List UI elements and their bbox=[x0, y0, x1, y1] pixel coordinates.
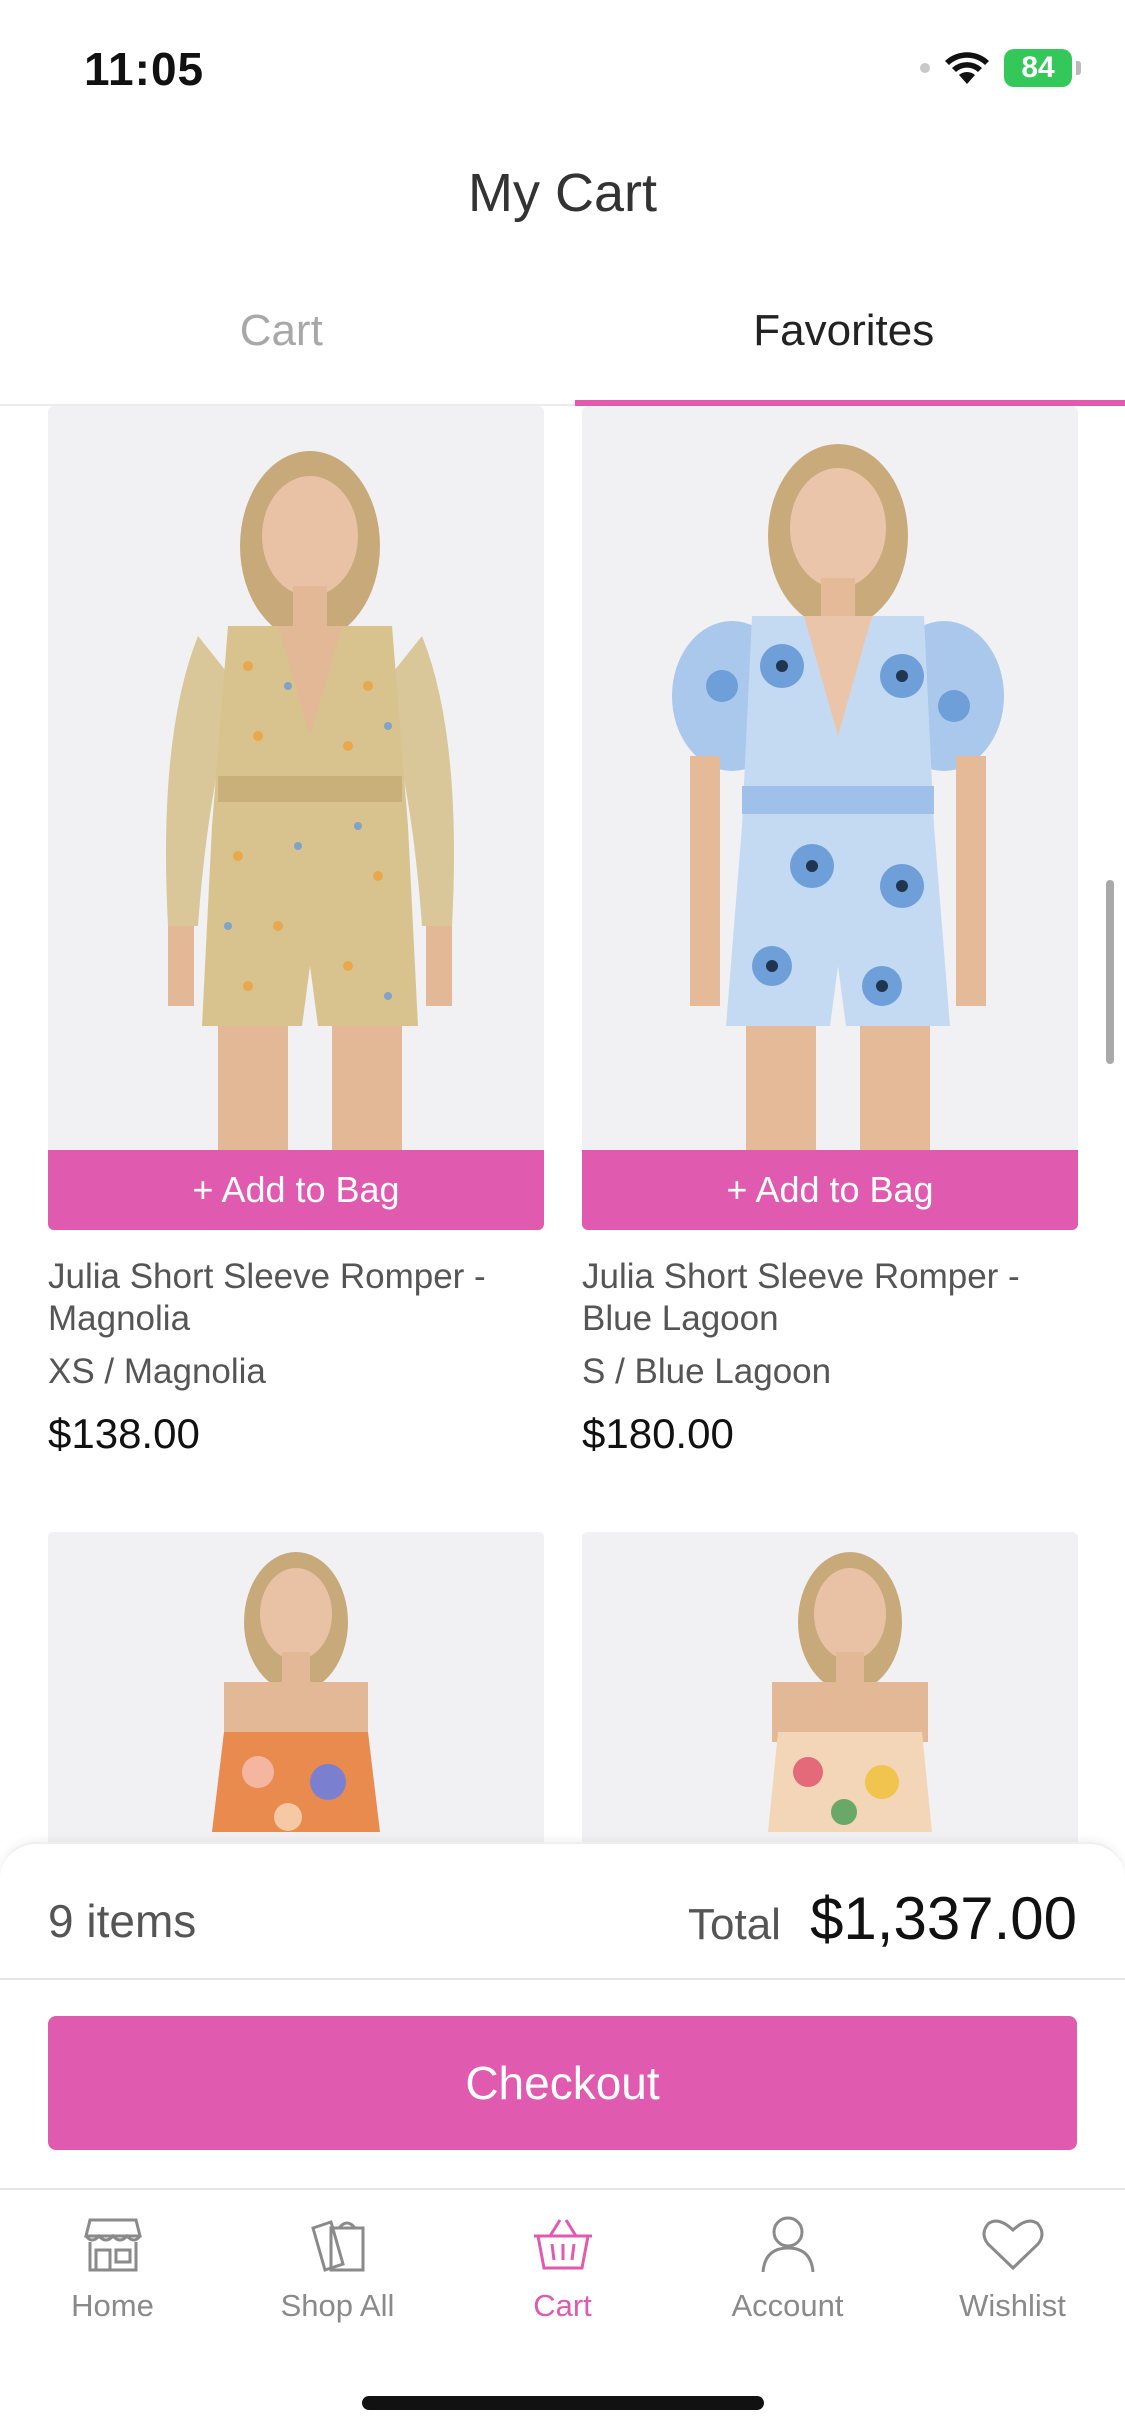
segmented-tabs: Cart Favorites bbox=[0, 292, 1125, 406]
product-price: $138.00 bbox=[48, 1410, 200, 1457]
basket-icon bbox=[533, 2219, 592, 2270]
storefront-icon bbox=[83, 2218, 142, 2272]
items-count: 9 items bbox=[48, 1895, 197, 1947]
product-photo[interactable] bbox=[48, 406, 544, 1150]
tab-cart[interactable]: Cart bbox=[0, 292, 563, 404]
product-card[interactable] bbox=[582, 1532, 1078, 1842]
product-variant: XS / Magnolia bbox=[48, 1352, 266, 1391]
model-floral-tie-top-image bbox=[582, 1532, 1078, 1842]
home-indicator bbox=[362, 2396, 764, 2410]
tabbar-label: Shop All bbox=[280, 2288, 395, 2323]
product-photo[interactable] bbox=[48, 1532, 544, 1842]
heart-icon bbox=[982, 2219, 1043, 2271]
cart-summary: 9 items Total $1,337.00 Checkout bbox=[0, 1842, 1125, 2188]
product-photo[interactable] bbox=[582, 1532, 1078, 1842]
product-card[interactable] bbox=[48, 1532, 544, 1842]
battery-cap bbox=[1076, 61, 1081, 75]
battery-icon: 84 bbox=[1004, 49, 1072, 87]
tabbar-label: Account bbox=[731, 2288, 844, 2323]
product-card[interactable]: + Add to Bag Julia Short Sleeve Romper -… bbox=[582, 406, 1078, 1458]
product-name[interactable]: Julia Short Sleeve Romper - Blue Lagoon bbox=[582, 1256, 1078, 1340]
battery-level: 84 bbox=[1021, 51, 1055, 84]
tabbar-item-shop-all[interactable]: Shop All bbox=[225, 2214, 450, 2324]
status-bar: 11:05 84 bbox=[0, 0, 1125, 130]
checkout-button[interactable]: Checkout bbox=[48, 2016, 1077, 2150]
total-value: $1,337.00 bbox=[810, 1885, 1077, 1952]
tab-favorites[interactable]: Favorites bbox=[563, 292, 1125, 406]
recording-dot-icon bbox=[920, 63, 930, 73]
add-to-bag-button[interactable]: + Add to Bag bbox=[48, 1150, 544, 1230]
scrollbar[interactable] bbox=[1106, 880, 1114, 1064]
status-time: 11:05 bbox=[84, 43, 205, 95]
tabbar-item-account[interactable]: Account bbox=[675, 2214, 900, 2324]
person-icon bbox=[761, 2216, 814, 2273]
add-to-bag-button[interactable]: + Add to Bag bbox=[582, 1150, 1078, 1230]
tabbar-label: Cart bbox=[533, 2288, 592, 2323]
tabbar-item-wishlist[interactable]: Wishlist bbox=[900, 2214, 1125, 2324]
page-title: My Cart bbox=[468, 163, 657, 223]
product-photo[interactable] bbox=[582, 406, 1078, 1150]
model-magnolia-romper-image bbox=[48, 406, 544, 1150]
model-blue-lagoon-romper-image bbox=[582, 406, 1078, 1150]
favorites-grid: + Add to Bag Julia Short Sleeve Romper -… bbox=[0, 406, 1125, 1842]
tabbar-label: Home bbox=[71, 2288, 154, 2323]
product-variant: S / Blue Lagoon bbox=[582, 1352, 832, 1391]
tabbar-item-cart[interactable]: Cart bbox=[450, 2214, 675, 2324]
divider bbox=[0, 1978, 1125, 1980]
product-name[interactable]: Julia Short Sleeve Romper - Magnolia bbox=[48, 1256, 544, 1340]
product-price: $180.00 bbox=[582, 1410, 734, 1457]
bags-icon bbox=[310, 2220, 364, 2272]
status-icons: 84 bbox=[920, 46, 1081, 90]
tabbar-label: Wishlist bbox=[959, 2288, 1066, 2323]
wifi-icon bbox=[945, 52, 989, 84]
product-card[interactable]: + Add to Bag Julia Short Sleeve Romper -… bbox=[48, 406, 544, 1458]
tabbar-item-home[interactable]: Home bbox=[0, 2214, 225, 2324]
model-orange-floral-top-image bbox=[48, 1532, 544, 1842]
total-label: Total bbox=[688, 1900, 781, 1949]
